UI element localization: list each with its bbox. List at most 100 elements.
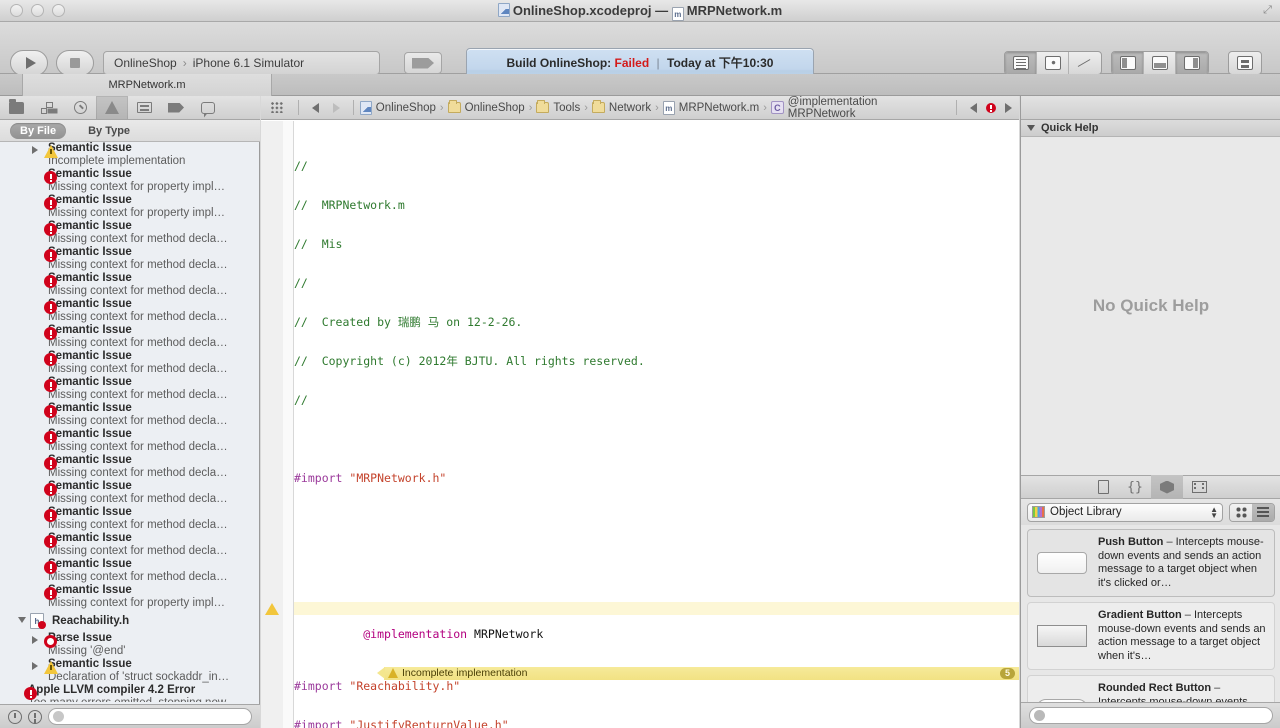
jump-bar[interactable]: OnlineShop › OnlineShop › Tools › Networ… <box>261 96 1019 120</box>
library-filter-bar[interactable] <box>1021 702 1280 728</box>
library-search-input[interactable] <box>1029 707 1273 724</box>
issue-filter-bar[interactable]: By File By Type <box>0 120 260 142</box>
breadcrumb-item-group[interactable]: OnlineShop <box>447 100 525 114</box>
quick-help-header[interactable]: Quick Help <box>1021 120 1280 137</box>
gutter-warning-icon[interactable] <box>265 603 279 615</box>
issue-row[interactable]: Semantic Issue Missing context for metho… <box>0 376 260 402</box>
filter-by-file[interactable]: By File <box>10 122 67 139</box>
tab-mrpnetwork-m[interactable]: MRPNetwork.m <box>22 74 272 96</box>
error-icon <box>44 431 57 444</box>
view-toggle-segments[interactable] <box>1111 51 1209 75</box>
issue-row[interactable]: Semantic Issue Missing context for metho… <box>0 480 260 506</box>
breadcrumb-item-project[interactable]: OnlineShop <box>359 100 436 115</box>
next-issue-icon[interactable] <box>1004 102 1012 113</box>
issue-navigator-button[interactable] <box>96 95 128 120</box>
issue-row[interactable]: Semantic Issue Declaration of 'struct so… <box>0 658 260 684</box>
run-button[interactable] <box>10 50 48 76</box>
object-library-button[interactable] <box>1151 475 1183 499</box>
symbol-navigator-button[interactable] <box>32 96 64 120</box>
clear-icon[interactable] <box>53 711 64 722</box>
find-navigator-button[interactable] <box>64 96 96 120</box>
issue-row[interactable]: Semantic Issue Missing context for metho… <box>0 428 260 454</box>
forward-arrow-icon[interactable] <box>332 102 340 113</box>
navigator-selector-bar[interactable] <box>0 95 260 120</box>
back-arrow-icon[interactable] <box>311 102 319 113</box>
issue-row[interactable]: Semantic Issue Missing context for metho… <box>0 272 260 298</box>
breakpoints-button[interactable] <box>404 52 442 74</box>
inspector-selector-bar[interactable] <box>1021 96 1280 120</box>
breadcrumb-item-symbol[interactable]: C @implementation MRPNetwork <box>770 96 946 120</box>
related-items-icon[interactable] <box>271 102 284 113</box>
navigator-filter-input[interactable] <box>48 708 252 725</box>
issue-row[interactable]: Semantic Issue Missing context for metho… <box>0 402 260 428</box>
inline-warning-banner[interactable]: Incomplete implementation 5 <box>377 667 1019 680</box>
breakpoint-navigator-button[interactable] <box>160 96 192 120</box>
test-navigator-button[interactable] <box>128 96 160 120</box>
recent-issues-icon[interactable] <box>8 709 22 724</box>
grid-view-button[interactable] <box>1230 503 1252 521</box>
toggle-debug-button[interactable] <box>1144 52 1176 74</box>
errors-only-icon[interactable] <box>28 709 42 724</box>
assistant-editor-button[interactable] <box>1037 52 1069 74</box>
fullscreen-icon[interactable]: ⤢ <box>1261 4 1274 17</box>
file-template-library-button[interactable] <box>1087 475 1119 499</box>
toggle-utilities-button[interactable] <box>1176 52 1208 74</box>
stop-button[interactable] <box>56 50 94 76</box>
navigator-filter-bar[interactable] <box>0 704 260 728</box>
library-selector-bar[interactable]: {} <box>1021 475 1280 499</box>
filter-by-type[interactable]: By Type <box>78 123 140 139</box>
issue-row[interactable]: Semantic Issue Missing context for prope… <box>0 168 260 194</box>
issue-detail: Missing context for property impl… <box>48 597 226 609</box>
project-navigator-button[interactable] <box>0 96 32 120</box>
disclosure-triangle-icon[interactable] <box>32 146 38 154</box>
standard-editor-button[interactable] <box>1005 52 1037 74</box>
library-item[interactable]: Gradient Button – Intercepts mouse-down … <box>1027 602 1275 670</box>
disclosure-triangle-icon[interactable] <box>1027 125 1035 131</box>
organizer-button[interactable] <box>1228 51 1262 75</box>
issue-row[interactable]: Semantic Issue Missing context for prope… <box>0 194 260 220</box>
disclosure-triangle-icon[interactable] <box>18 617 26 623</box>
issue-row[interactable]: Semantic Issue Missing context for metho… <box>0 532 260 558</box>
editor-gutter[interactable] <box>261 121 283 728</box>
library-controls[interactable]: Object Library ▲ ▼ <box>1021 499 1280 525</box>
scheme-selector[interactable]: OnlineShop › iPhone 6.1 Simulator <box>103 51 380 75</box>
inline-warning-banner-row: Incomplete implementation 5 <box>294 641 1019 680</box>
disclosure-triangle-icon[interactable] <box>32 636 38 644</box>
issue-row[interactable]: Semantic Issue Missing context for metho… <box>0 246 260 272</box>
toggle-navigator-button[interactable] <box>1112 52 1144 74</box>
version-editor-button[interactable] <box>1069 52 1101 74</box>
issue-row[interactable]: Semantic Issue Missing context for metho… <box>0 324 260 350</box>
library-item[interactable]: Push Button – Intercepts mouse-down even… <box>1027 529 1275 597</box>
log-navigator-button[interactable] <box>192 96 224 120</box>
issue-row[interactable]: Semantic Issue Missing context for metho… <box>0 298 260 324</box>
issue-row[interactable]: Semantic Issue Missing context for prope… <box>0 584 260 610</box>
media-library-button[interactable] <box>1183 475 1215 499</box>
issue-row[interactable]: Semantic Issue Missing context for metho… <box>0 506 260 532</box>
breadcrumb-item-tools[interactable]: Tools <box>536 100 580 114</box>
list-view-button[interactable] <box>1252 503 1274 521</box>
library-view-toggle[interactable] <box>1229 502 1275 522</box>
code-area[interactable]: // // MRPNetwork.m // Mis // // Created … <box>261 121 1019 728</box>
issue-file-group[interactable]: h Reachability.h <box>0 610 260 632</box>
disclosure-triangle-icon[interactable] <box>32 662 38 670</box>
issue-row[interactable]: Semantic Issue Missing context for metho… <box>0 220 260 246</box>
issue-row[interactable]: Semantic Issue Missing context for metho… <box>0 454 260 480</box>
organizer-button-inner[interactable] <box>1229 52 1261 74</box>
issue-list[interactable]: Semantic Issue Incomplete implementation… <box>0 142 260 702</box>
issue-row[interactable]: Semantic Issue Incomplete implementation <box>0 142 260 168</box>
previous-issue-icon[interactable] <box>970 102 978 113</box>
breadcrumb-item-file[interactable]: m MRPNetwork.m <box>662 100 759 115</box>
issue-row[interactable]: Semantic Issue Missing context for metho… <box>0 558 260 584</box>
library-popup[interactable]: Object Library ▲ ▼ <box>1027 502 1223 522</box>
breadcrumb-item-network[interactable]: Network <box>591 100 651 114</box>
clear-icon[interactable] <box>1034 710 1045 721</box>
code-snippet-library-button[interactable]: {} <box>1119 475 1151 499</box>
library-item-list[interactable]: Push Button – Intercepts mouse-down even… <box>1021 525 1280 728</box>
issue-row[interactable]: Parse Issue Missing '@end' <box>0 632 260 658</box>
navigator-pane-icon <box>1119 56 1136 70</box>
compiler-error-row[interactable]: Apple LLVM compiler 4.2 Error Too many e… <box>0 684 260 702</box>
editor-mode-segments[interactable] <box>1004 51 1102 75</box>
issue-row[interactable]: Semantic Issue Missing context for metho… <box>0 350 260 376</box>
code-line: #import "Reachability.h" <box>294 679 461 693</box>
code-text[interactable]: // // MRPNetwork.m // Mis // // Created … <box>265 121 1019 728</box>
